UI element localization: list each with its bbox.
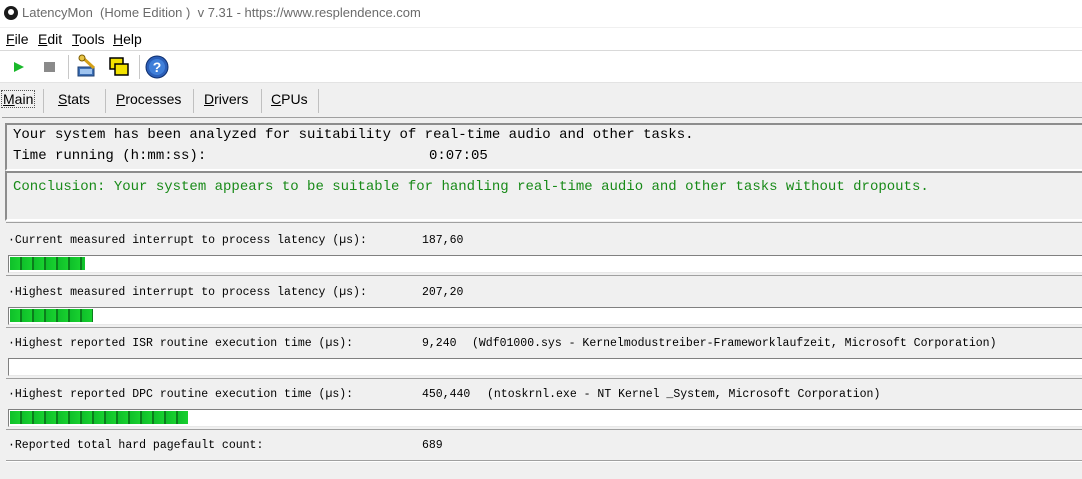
highest-latency-label: ·Highest measured interrupt to process l… [8, 286, 367, 299]
dpc-time-detail: (ntoskrnl.exe - NT Kernel _System, Micro… [487, 388, 881, 401]
app-icon [4, 6, 18, 20]
analyze-icon[interactable] [74, 54, 100, 80]
current-latency-bar-fill [10, 257, 85, 270]
title-bar: LatencyMon (Home Edition ) v 7.31 - http… [0, 0, 1082, 27]
highest-latency-bar [8, 307, 1082, 325]
tab-bar: Main Stats Processes Drivers CPUs [0, 83, 1082, 117]
conclusion-box: Conclusion: Your system appears to be su… [5, 171, 1082, 221]
divider [6, 429, 1082, 430]
divider [6, 327, 1082, 328]
analysis-status-text: Your system has been analyzed for suitab… [13, 127, 694, 143]
time-running-label: Time running (h:mm:ss): [13, 148, 207, 164]
menu-bar: File Edit Tools Help [0, 28, 1082, 51]
tab-main[interactable]: Main [1, 90, 36, 108]
conclusion-text: Conclusion: Your system appears to be su… [13, 179, 929, 195]
play-icon[interactable] [6, 54, 32, 80]
menu-edit[interactable]: Edit [38, 31, 62, 47]
isr-time-detail: (Wdf01000.sys - Kernelmodustreiber-Frame… [472, 337, 997, 350]
stop-icon[interactable] [37, 54, 63, 80]
pagefault-count-label: ·Reported total hard pagefault count: [8, 439, 264, 452]
svg-text:?: ? [153, 59, 162, 75]
tab-cpus[interactable]: CPUs [271, 91, 308, 107]
dpc-time-bar-fill [10, 411, 188, 424]
toolbar-separator [139, 55, 140, 79]
toolbar: ? [0, 51, 1082, 83]
dpc-time-bar [8, 409, 1082, 427]
menu-file[interactable]: File [6, 31, 29, 47]
windows-icon[interactable] [106, 54, 132, 80]
divider [6, 275, 1082, 276]
menu-tools[interactable]: Tools [72, 31, 105, 47]
tab-processes[interactable]: Processes [116, 91, 181, 107]
tab-separator [43, 89, 44, 113]
dpc-time-label: ·Highest reported DPC routine execution … [8, 388, 354, 401]
main-panel: Your system has been analyzed for suitab… [2, 117, 1082, 479]
isr-time-label: ·Highest reported ISR routine execution … [8, 337, 354, 350]
divider [6, 378, 1082, 379]
isr-time-value: 9,240 [422, 337, 457, 350]
current-latency-value: 187,60 [422, 234, 464, 247]
current-latency-bar [8, 255, 1082, 273]
tab-separator [318, 89, 319, 113]
toolbar-separator [68, 55, 69, 79]
divider [6, 222, 1082, 223]
tab-separator [261, 89, 262, 113]
highest-latency-value: 207,20 [422, 286, 464, 299]
time-running-value: 0:07:05 [429, 148, 488, 164]
pagefault-count-value: 689 [422, 439, 443, 452]
help-icon[interactable]: ? [144, 54, 170, 80]
summary-box: Your system has been analyzed for suitab… [5, 123, 1082, 171]
highest-latency-bar-fill [10, 309, 93, 322]
tab-separator [193, 89, 194, 113]
tab-stats[interactable]: Stats [58, 91, 90, 107]
tab-drivers[interactable]: Drivers [204, 91, 248, 107]
dpc-time-value: 450,440 [422, 388, 471, 401]
menu-help[interactable]: Help [113, 31, 142, 47]
isr-time-bar [8, 358, 1082, 376]
current-latency-label: ·Current measured interrupt to process l… [8, 234, 367, 247]
tab-separator [105, 89, 106, 113]
divider [6, 461, 1082, 462]
window-title: LatencyMon (Home Edition ) v 7.31 - http… [22, 5, 421, 20]
